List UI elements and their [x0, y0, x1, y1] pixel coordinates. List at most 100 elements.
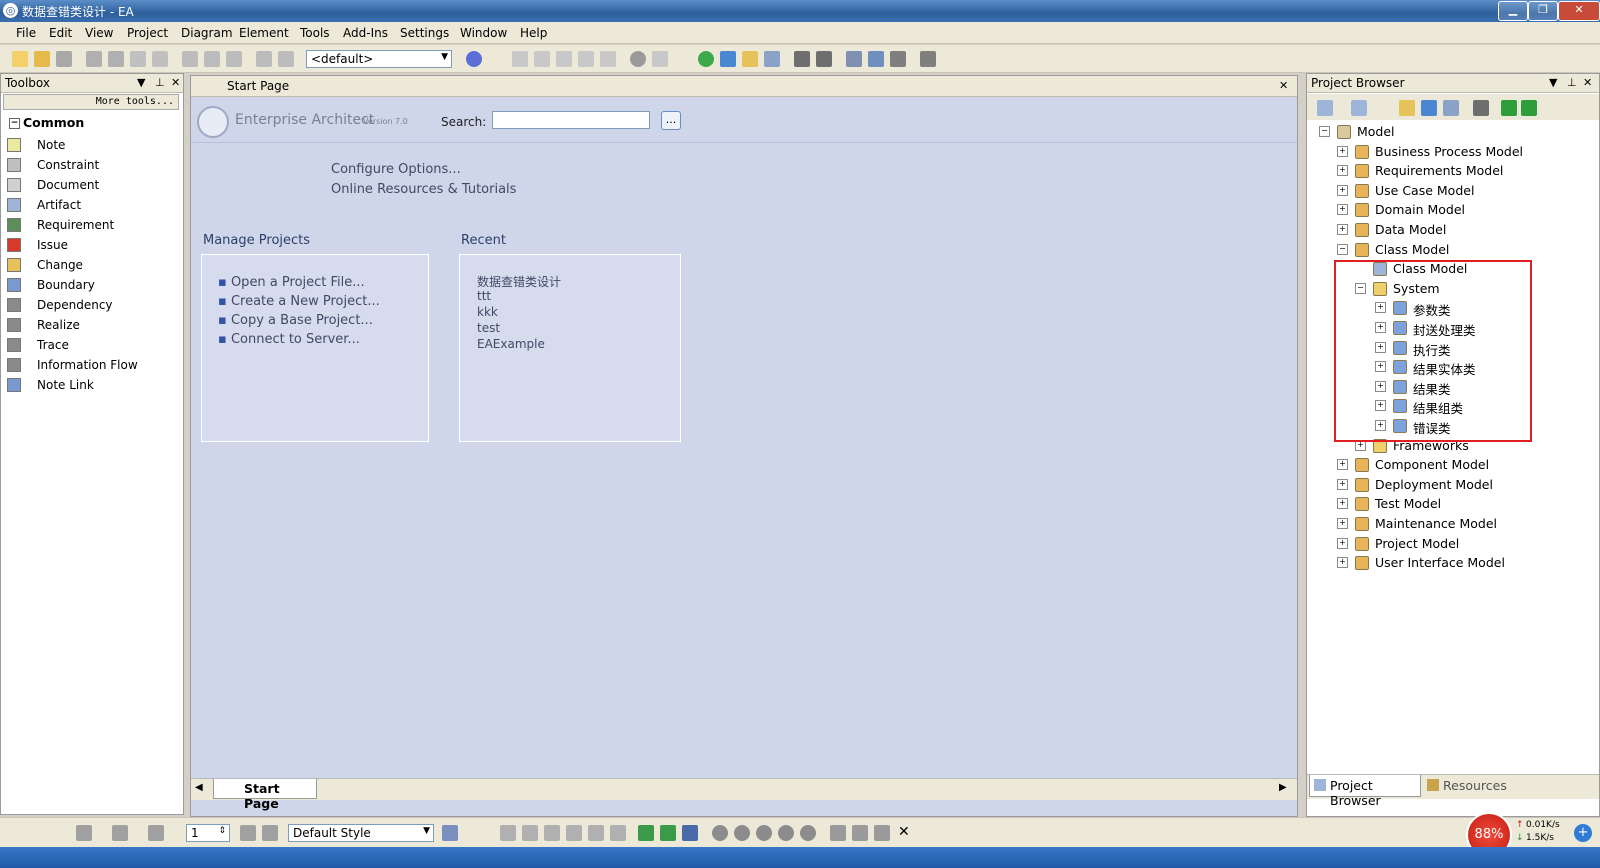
tab-start-page[interactable]: Start Page: [213, 779, 317, 811]
lock-icon[interactable]: [868, 51, 884, 67]
connector-icon[interactable]: [652, 51, 668, 67]
menu-help[interactable]: Help: [520, 26, 547, 40]
scroll-right-icon[interactable]: ▶: [1279, 782, 1287, 793]
same-size-icon[interactable]: [588, 825, 604, 841]
maximize-button[interactable]: ❐: [1528, 1, 1558, 21]
expand-icon[interactable]: +: [1337, 498, 1348, 510]
tree-item-package[interactable]: + Requirements Model: [1307, 161, 1597, 181]
collapse-icon[interactable]: −: [1319, 126, 1330, 137]
list-icon[interactable]: [600, 51, 616, 67]
recent-project-link[interactable]: 数据查错类设计: [477, 273, 561, 290]
style-select[interactable]: Default Style ▼: [288, 824, 434, 842]
paste-icon[interactable]: [108, 51, 124, 67]
manage-project-link[interactable]: ▪ Copy a Base Project...: [218, 313, 373, 328]
close-icon[interactable]: ✕: [1279, 79, 1288, 92]
tab-resources[interactable]: Resources: [1423, 775, 1523, 797]
dropdown-icon[interactable]: ▼: [137, 76, 145, 89]
target-icon[interactable]: [466, 51, 482, 67]
collapse-icon[interactable]: −: [1337, 243, 1348, 255]
menu-tools[interactable]: Tools: [300, 26, 330, 40]
tree-item-package[interactable]: + Business Process Model: [1307, 142, 1597, 162]
folder-icon[interactable]: [742, 51, 758, 67]
menu-project[interactable]: Project: [127, 26, 168, 40]
tree-item-package[interactable]: + Component Model: [1307, 455, 1597, 475]
redo-icon[interactable]: [152, 51, 168, 67]
online-resources-link[interactable]: Online Resources & Tutorials: [331, 182, 516, 197]
recent-project-link[interactable]: test: [477, 321, 500, 335]
pin-icon[interactable]: ⊥: [155, 76, 165, 89]
manage-project-link[interactable]: ▪ Open a Project File...: [218, 275, 365, 290]
menu-file[interactable]: File: [16, 26, 36, 40]
delete-icon[interactable]: ✕: [898, 824, 910, 840]
layout-icon[interactable]: [830, 825, 846, 841]
align-right-icon[interactable]: [522, 825, 538, 841]
refresh-icon[interactable]: [698, 51, 714, 67]
text-icon[interactable]: [556, 51, 572, 67]
fill-color-icon[interactable]: [76, 825, 92, 841]
align-left-icon[interactable]: [500, 825, 516, 841]
layout-icon[interactable]: [920, 51, 936, 67]
tree-item-package[interactable]: + Project Model: [1307, 534, 1597, 554]
recent-project-link[interactable]: kkk: [477, 305, 498, 319]
properties-icon[interactable]: [256, 51, 272, 67]
search-icon[interactable]: [794, 51, 810, 67]
expand-icon[interactable]: +: [1337, 537, 1348, 549]
common-section-header[interactable]: − Common: [5, 114, 181, 132]
add-icon[interactable]: +: [1574, 824, 1592, 842]
scroll-left-icon[interactable]: ◀: [195, 782, 203, 793]
expand-icon[interactable]: +: [1337, 557, 1348, 569]
menu-element[interactable]: Element: [239, 26, 289, 40]
line-color-icon[interactable]: [148, 825, 164, 841]
page-setup-icon[interactable]: [204, 51, 220, 67]
search-button[interactable]: ...: [661, 111, 681, 130]
align-top-icon[interactable]: [544, 825, 560, 841]
tree-item-package[interactable]: + Deployment Model: [1307, 475, 1597, 495]
expand-icon[interactable]: +: [1337, 165, 1348, 177]
undo-icon[interactable]: [130, 51, 146, 67]
minimize-button[interactable]: ▁: [1498, 1, 1528, 21]
zoom-100-icon[interactable]: [756, 825, 772, 841]
diagram-icon[interactable]: [512, 51, 528, 67]
zoom-out-icon[interactable]: [734, 825, 750, 841]
menu-window[interactable]: Window: [460, 26, 507, 40]
tree-item-package[interactable]: + Use Case Model: [1307, 181, 1597, 201]
recent-project-link[interactable]: EAExample: [477, 337, 545, 351]
tree-item-package[interactable]: + Domain Model: [1307, 200, 1597, 220]
zoom-fit-icon[interactable]: [778, 825, 794, 841]
tool-icon[interactable]: [874, 825, 890, 841]
world-icon[interactable]: [630, 51, 646, 67]
tree-item-package[interactable]: + Maintenance Model: [1307, 514, 1597, 534]
line-width-select[interactable]: 1 ⇕: [186, 824, 230, 842]
find-icon[interactable]: [278, 51, 294, 67]
print-preview-icon[interactable]: [182, 51, 198, 67]
menu-edit[interactable]: Edit: [49, 26, 72, 40]
edit-icon[interactable]: [846, 51, 862, 67]
apply-style-icon[interactable]: [240, 825, 256, 841]
tree-item-package[interactable]: − Class Model: [1307, 240, 1597, 260]
menu-settings[interactable]: Settings: [400, 26, 449, 40]
tree-item-model[interactable]: − Model: [1307, 122, 1597, 142]
image-icon[interactable]: [578, 51, 594, 67]
open-project-icon[interactable]: [34, 51, 50, 67]
expand-icon[interactable]: +: [1337, 478, 1348, 490]
tree-item-package[interactable]: + Test Model: [1307, 494, 1597, 514]
menu-add-ins[interactable]: Add-Ins: [343, 26, 388, 40]
align-bottom-icon[interactable]: [566, 825, 582, 841]
print-icon[interactable]: [226, 51, 242, 67]
search-input[interactable]: [492, 111, 650, 129]
expand-icon[interactable]: +: [1337, 145, 1348, 157]
workspace-select[interactable]: <default> ▼: [306, 50, 452, 68]
recent-project-link[interactable]: ttt: [477, 289, 491, 303]
tab-project-browser[interactable]: Project Browser: [1309, 775, 1421, 808]
menu-diagram[interactable]: Diagram: [181, 26, 233, 40]
menu-view[interactable]: View: [85, 26, 113, 40]
manage-project-link[interactable]: ▪ Connect to Server...: [218, 332, 360, 347]
more-tools-button[interactable]: More tools...: [3, 94, 179, 110]
package-icon[interactable]: [764, 51, 780, 67]
book-icon[interactable]: [890, 51, 906, 67]
home-icon[interactable]: [682, 825, 698, 841]
pen-icon[interactable]: [442, 825, 458, 841]
back-icon[interactable]: [638, 825, 654, 841]
collapse-icon[interactable]: −: [9, 118, 20, 129]
hierarchy-icon[interactable]: [720, 51, 736, 67]
